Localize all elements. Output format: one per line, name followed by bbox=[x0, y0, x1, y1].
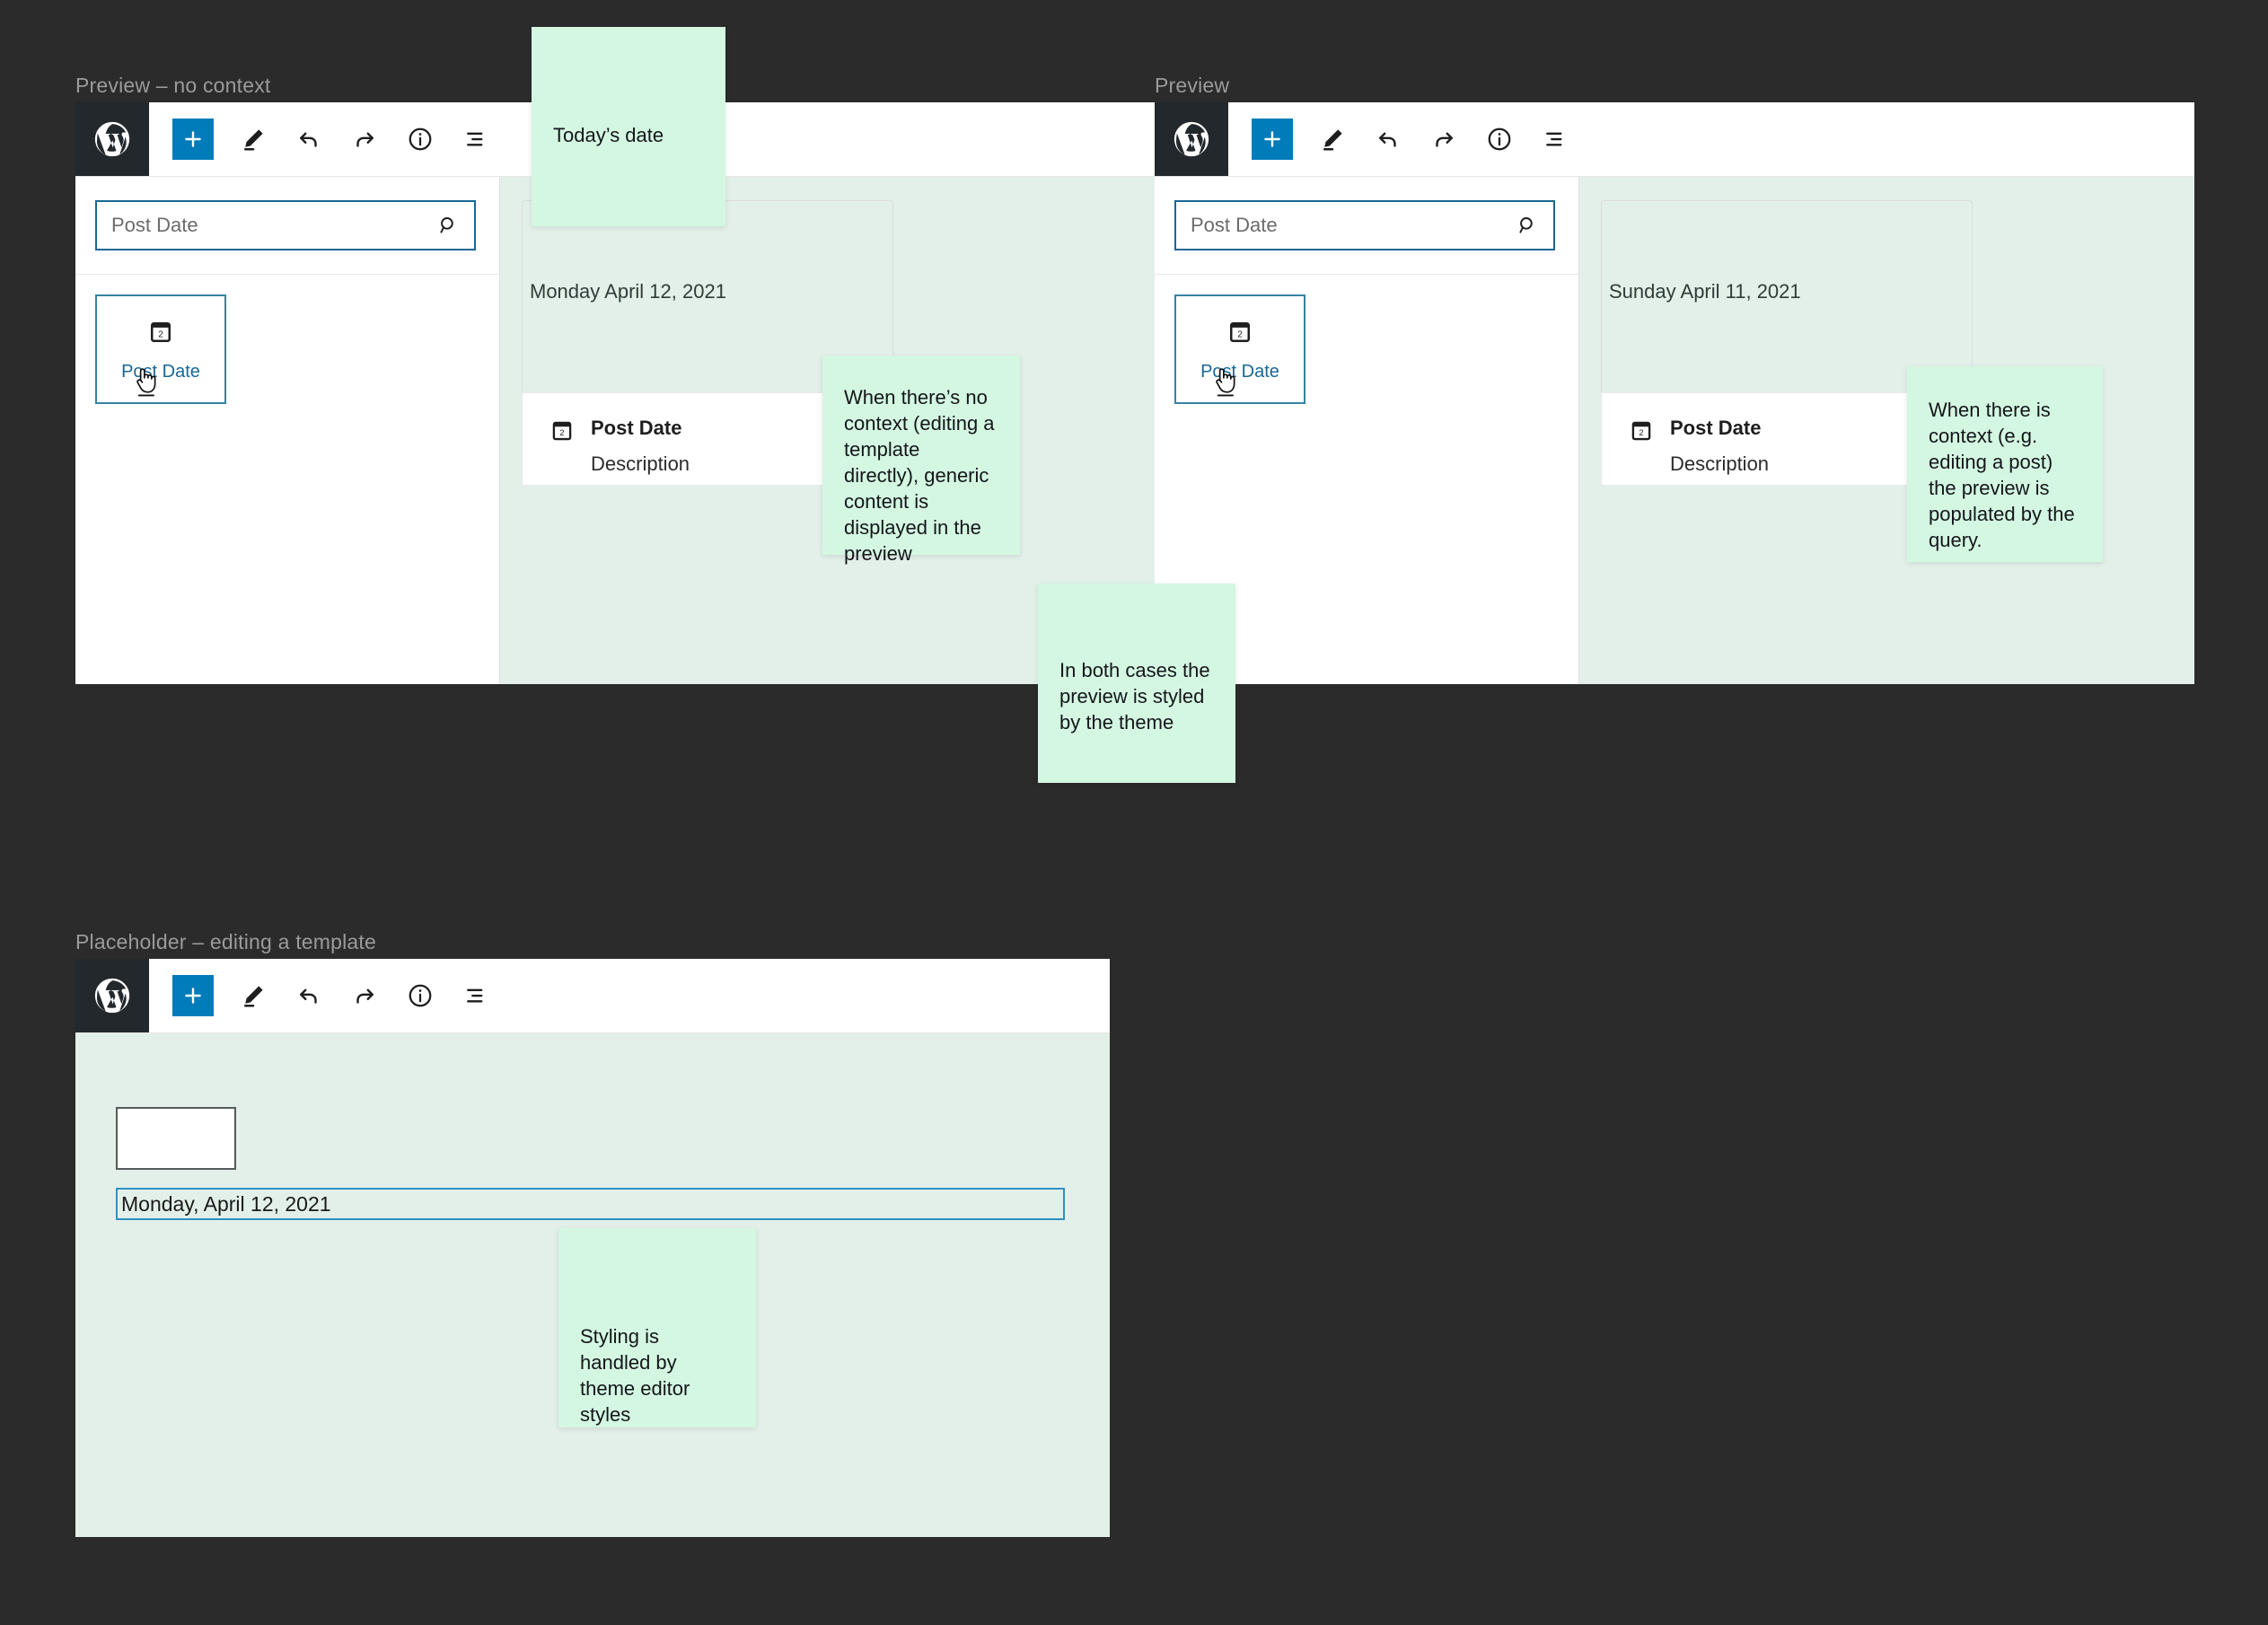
sticky-note-text: Today’s date bbox=[553, 124, 664, 146]
block-info-description: Description bbox=[1670, 452, 1770, 475]
preview-date-text: Monday April 12, 2021 bbox=[530, 280, 726, 303]
block-card-label: Post Date bbox=[121, 361, 200, 382]
empty-placeholder-box[interactable] bbox=[116, 1107, 236, 1170]
wordpress-logo-icon[interactable] bbox=[75, 102, 149, 176]
undo-arrow-icon[interactable] bbox=[293, 123, 325, 155]
editor-toolbar bbox=[1155, 102, 2194, 177]
inserter-search-area: Post Date bbox=[75, 177, 499, 275]
sticky-note-text: Styling is handled by theme editor style… bbox=[580, 1325, 690, 1427]
list-view-icon[interactable] bbox=[460, 123, 492, 155]
block-results-grid: 2 Post Date bbox=[75, 275, 499, 424]
sticky-note-text: When there is context (e.g. editing a po… bbox=[1929, 399, 2075, 552]
calendar-icon: 2 bbox=[147, 319, 174, 350]
block-card-post-date[interactable]: 2 Post Date bbox=[95, 294, 226, 404]
block-info-description: Description bbox=[591, 452, 690, 475]
block-info-card: 2 Post Date Description bbox=[1601, 392, 1946, 486]
calendar-icon: 2 bbox=[1226, 319, 1253, 350]
svg-text:2: 2 bbox=[1237, 329, 1243, 339]
sticky-note-todays-date: Today’s date bbox=[532, 27, 725, 226]
svg-text:2: 2 bbox=[1639, 428, 1643, 437]
redo-arrow-icon[interactable] bbox=[1428, 123, 1460, 155]
block-card-post-date[interactable]: 2 Post Date bbox=[1174, 294, 1305, 404]
post-date-field[interactable]: Monday, April 12, 2021 bbox=[116, 1188, 1065, 1220]
toolbar-tools bbox=[1228, 102, 1571, 176]
pencil-icon[interactable] bbox=[237, 123, 269, 155]
wordpress-logo-icon[interactable] bbox=[75, 959, 149, 1032]
add-block-button[interactable] bbox=[1252, 119, 1293, 160]
section-label-preview-no-context: Preview – no context bbox=[75, 74, 271, 97]
section-label-placeholder: Placeholder – editing a template bbox=[75, 930, 377, 953]
post-date-field-value: Monday, April 12, 2021 bbox=[121, 1191, 331, 1216]
redo-arrow-icon[interactable] bbox=[348, 979, 381, 1012]
toolbar-tools bbox=[149, 102, 492, 176]
list-view-icon[interactable] bbox=[460, 979, 492, 1012]
info-circle-icon[interactable] bbox=[404, 123, 436, 155]
editor-toolbar bbox=[75, 959, 1110, 1033]
search-placeholder: Post Date bbox=[1191, 214, 1278, 236]
sticky-note-both-cases: In both cases the preview is styled by t… bbox=[1038, 584, 1235, 783]
block-card-label: Post Date bbox=[1200, 361, 1279, 382]
sticky-note-with-context: When there is context (e.g. editing a po… bbox=[1907, 366, 2103, 562]
calendar-icon: 2 bbox=[549, 418, 575, 448]
info-circle-icon[interactable] bbox=[1483, 123, 1516, 155]
redo-arrow-icon[interactable] bbox=[348, 123, 381, 155]
toolbar-tools bbox=[149, 959, 492, 1032]
info-circle-icon[interactable] bbox=[404, 979, 436, 1012]
block-results-grid: 2 Post Date bbox=[1155, 275, 1578, 424]
block-info-title: Post Date bbox=[591, 417, 682, 439]
svg-text:2: 2 bbox=[559, 428, 564, 437]
search-input[interactable]: Post Date bbox=[95, 200, 476, 250]
add-block-button[interactable] bbox=[172, 119, 214, 160]
block-info-card: 2 Post Date Description bbox=[522, 392, 866, 486]
search-placeholder: Post Date bbox=[111, 214, 198, 236]
add-block-button[interactable] bbox=[172, 975, 214, 1016]
list-view-icon[interactable] bbox=[1539, 123, 1571, 155]
section-label-preview: Preview bbox=[1155, 74, 1230, 97]
wordpress-logo-icon[interactable] bbox=[1155, 102, 1228, 176]
sticky-note-theme-styles: Styling is handled by theme editor style… bbox=[558, 1228, 756, 1427]
sticky-note-text: In both cases the preview is styled by t… bbox=[1059, 659, 1210, 734]
sticky-note-text: When there’s no context (editing a templ… bbox=[844, 386, 995, 566]
search-input[interactable]: Post Date bbox=[1174, 200, 1555, 250]
sticky-note-no-context: When there’s no context (editing a templ… bbox=[822, 356, 1020, 565]
block-inserter-panel: Post Date 2 Post Date bbox=[75, 177, 500, 684]
svg-text:2: 2 bbox=[158, 329, 163, 339]
undo-arrow-icon[interactable] bbox=[1372, 123, 1404, 155]
pencil-icon[interactable] bbox=[1316, 123, 1349, 155]
undo-arrow-icon[interactable] bbox=[293, 979, 325, 1012]
calendar-icon: 2 bbox=[1629, 418, 1654, 448]
pencil-icon[interactable] bbox=[237, 979, 269, 1012]
search-icon bbox=[436, 214, 460, 237]
preview-date-text: Sunday April 11, 2021 bbox=[1609, 280, 1801, 303]
inserter-search-area: Post Date bbox=[1155, 177, 1578, 275]
block-info-title: Post Date bbox=[1670, 417, 1762, 439]
search-icon bbox=[1516, 214, 1539, 237]
